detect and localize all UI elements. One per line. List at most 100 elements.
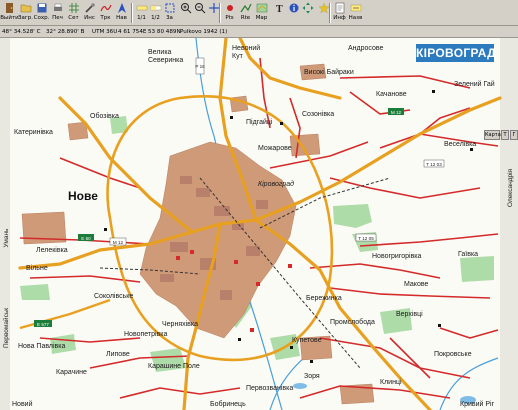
utm-zone-readout: UTM 36U [92, 29, 118, 35]
navigation-icon [117, 3, 126, 13]
shield-m12-west: M 12 [109, 237, 127, 246]
toolbar-button-label: Назв [348, 15, 363, 21]
label-promsloboda: Промслобода [330, 318, 375, 326]
map-control-button[interactable]: Г [510, 130, 518, 140]
toolbar-button-save[interactable]: Сохр. [34, 1, 49, 25]
toolbar-button-print[interactable]: Печ [50, 1, 65, 25]
toolbar-button-arrows[interactable] [300, 1, 315, 25]
label-kachanivka: Качанове [376, 91, 407, 98]
label-kupetovsk: Купетове [292, 337, 322, 344]
toolbar-button-s2[interactable]: 3а [162, 1, 177, 25]
toolbar-button-label: Сохр. [33, 15, 50, 21]
edge-label-oleksandriya: Олександрія [506, 168, 514, 207]
toolbar-button-txt[interactable]: T [272, 1, 287, 25]
easting-readout: 4 61 754E [118, 29, 147, 35]
toolbar-button-label: Rte [240, 15, 251, 21]
label-vilne: Вільне [26, 264, 48, 272]
toolbar-button-label: 1/1 [137, 15, 146, 21]
toolbar-button-s4[interactable] [192, 1, 207, 25]
longitude-readout: 32° 28.890' В [46, 29, 85, 35]
tools-icon [84, 3, 95, 13]
toolbar-button-map[interactable]: Map [254, 1, 269, 25]
waypoint-icon [226, 5, 233, 11]
map-canvas[interactable]: E 50 M 12 E 577 M 12 T 12 03 T 12 05 P 1… [0, 38, 518, 410]
label-veselivka: Веселівка [444, 140, 476, 148]
move-arrows-icon [302, 2, 313, 14]
toolbar-button-trk[interactable]: Трк [98, 1, 113, 25]
label-kirovograd: Кіровоград [258, 180, 294, 188]
label-zelenyi-gai: Зелений Гай [454, 80, 495, 88]
northing-readout: 53 80 489N [148, 29, 181, 35]
toolbar-button-load[interactable]: Загр. [18, 1, 33, 25]
scale-half-icon [150, 5, 161, 11]
svg-text:T: T [276, 4, 283, 14]
shield-t1205: T 12 05 [355, 233, 377, 242]
door-exit-icon [5, 3, 13, 13]
toolbar-button-tools[interactable]: Инс [82, 1, 97, 25]
label-lelekivka: Лелеківка [36, 246, 68, 254]
toolbar-button-grid[interactable]: Сет [66, 1, 81, 25]
toolbar-button-label: 3а [166, 15, 173, 21]
toolbar-button-rte[interactable]: Rte [238, 1, 253, 25]
label-berezhynka: Бережинка [306, 295, 342, 302]
toolbar-button-inf[interactable]: Инф [332, 1, 347, 25]
svg-text:P 16: P 16 [195, 64, 205, 69]
zoom-out-icon [194, 3, 205, 14]
toolbar: Выйти Загр. Сохр. Печ Сет Инс Трк Нав 1/1 1/2 3а Pt… [0, 0, 518, 26]
label-novopetrivka: Новопетрівка [124, 330, 168, 338]
toolbar-button-label: Инс [84, 15, 95, 21]
latitude-readout: 48° 34.528' С [2, 29, 41, 35]
toolbar-button-n1[interactable]: 1/1 [134, 1, 149, 25]
folder-open-icon [20, 4, 31, 13]
label-podgaitsi: Підгайці [246, 118, 273, 126]
map-viewport[interactable]: E 50 M 12 E 577 M 12 T 12 03 T 12 05 P 1… [0, 38, 518, 410]
label-vysoki-bairaky: Високі Байраки [304, 68, 354, 76]
toolbar-button-exit[interactable]: Выйти [0, 1, 19, 25]
toolbar-button-label: Выйти [0, 15, 19, 21]
toolbar-button-label: Трк [100, 15, 111, 21]
toolbar-button-label: Сет [68, 15, 79, 21]
toolbar-button-s1[interactable]: 1/2 [148, 1, 163, 25]
label-novohryhorivka: Новогригорівка [372, 252, 422, 260]
map-control-button[interactable]: Карта [484, 130, 501, 140]
toolbar-button-s3[interactable] [178, 1, 193, 25]
label-verkhivtsi: Верхівці [396, 310, 423, 318]
label-andrusove: Андросове [348, 45, 384, 52]
toolbar-separator [329, 3, 331, 23]
label-haivka: Гаївка [458, 251, 478, 258]
label-nova-pavlivka: Нова Павлівка [18, 342, 65, 350]
edge-label-uman: Умань [3, 228, 10, 248]
label-pervozvanivka: Первозванівка [246, 384, 293, 392]
right-margin-strip [500, 38, 518, 410]
toolbar-button-label: 1/2 [151, 15, 160, 21]
label-klyntsi: Клинці [380, 378, 402, 386]
svg-text:T 12 05: T 12 05 [358, 236, 374, 241]
label-nechaivka: Черняхівка [162, 320, 198, 328]
toolbar-separator [131, 3, 133, 23]
toolbar-button-label: Инф [333, 15, 346, 21]
label-makove: Макове [404, 281, 428, 288]
toolbar-button-label: Печ [52, 15, 63, 21]
edge-label-pervomaisk: Первомайськ [2, 308, 10, 348]
datum-readout: Pulkovo 1942 (1) [180, 29, 228, 35]
label-obozivka: Обозівка [90, 112, 119, 120]
star-icon [318, 2, 329, 14]
toolbar-separator [219, 3, 221, 23]
shield-e577: E 577 [34, 320, 52, 327]
toolbar-button-pts[interactable]: Pts [222, 1, 237, 25]
toolbar-button-info[interactable] [286, 1, 301, 25]
label-bobrynets: Бобринець [210, 400, 246, 408]
svg-text:M 12: M 12 [113, 240, 124, 245]
route-icon [240, 3, 252, 13]
map-control-button[interactable]: Т [501, 130, 509, 140]
grid-icon [68, 3, 79, 13]
map-application: Выйти Загр. Сохр. Печ Сет Инс Трк Нав 1/1 1/2 3а Pt… [0, 0, 518, 410]
label-sokolivske: Соколівське [94, 292, 133, 300]
document-info-icon [335, 2, 344, 14]
toolbar-button-label: Нав [116, 15, 127, 21]
toolbar-button-nav[interactable]: Нав [114, 1, 129, 25]
shield-p16: P 16 [195, 57, 205, 75]
toolbar-button-back[interactable]: Назв [348, 1, 363, 25]
track-icon [99, 4, 112, 12]
scale-icon [136, 5, 147, 11]
